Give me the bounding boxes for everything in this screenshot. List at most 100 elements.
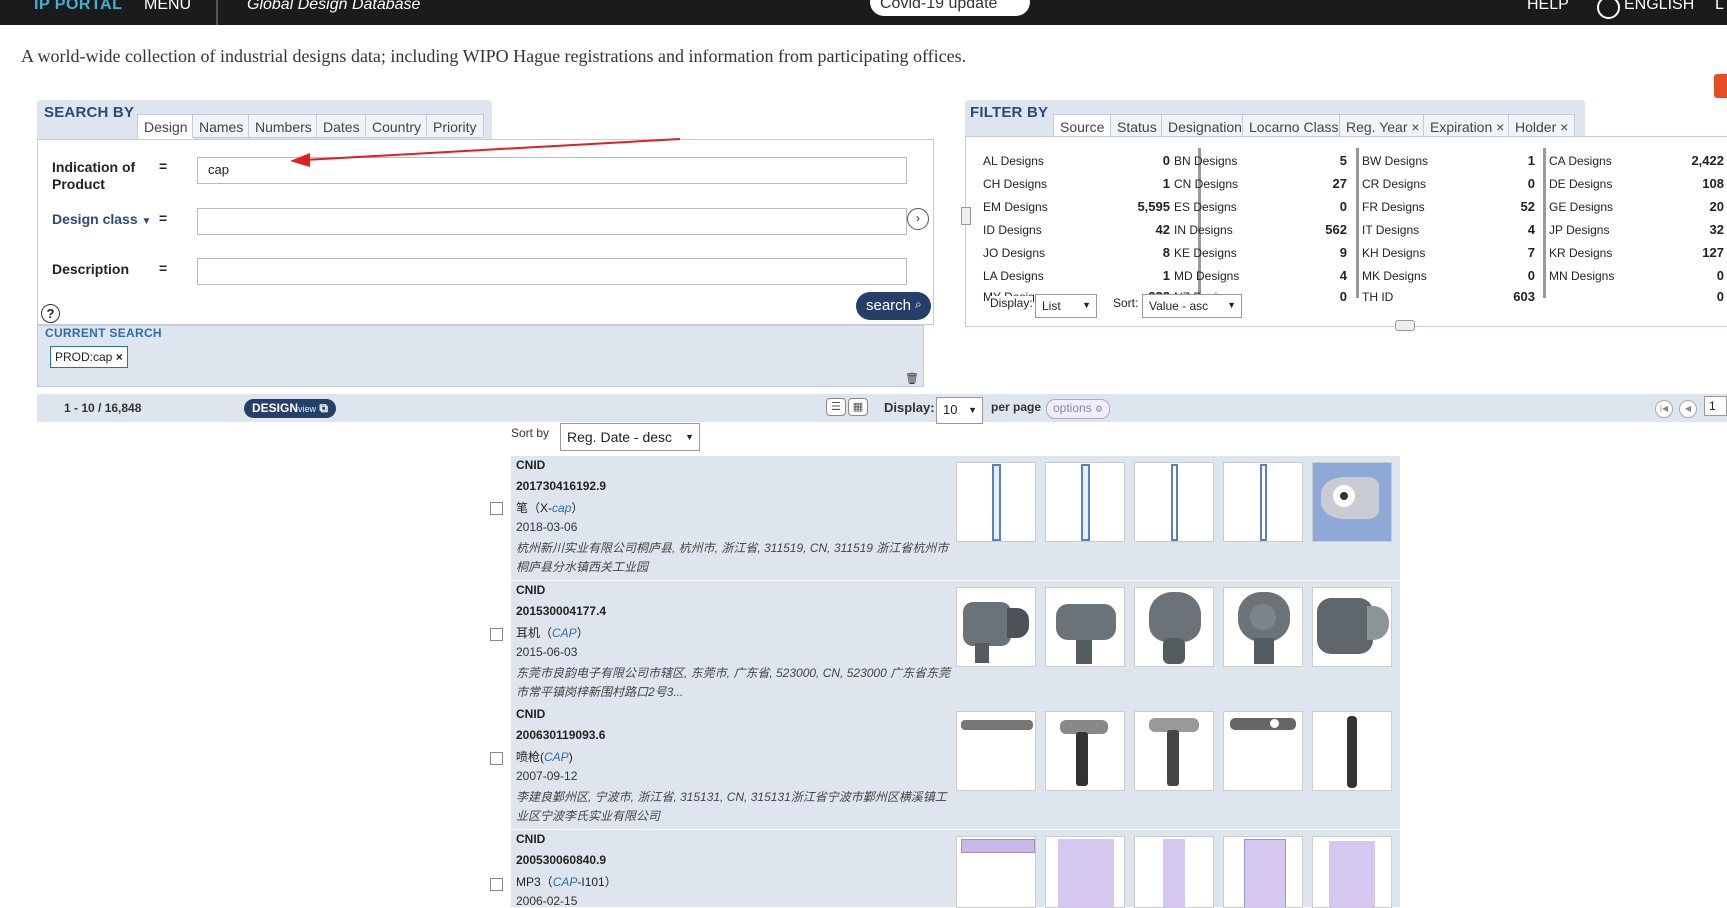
- design-thumbnail[interactable]: [956, 836, 1036, 908]
- design-class-input[interactable]: [197, 208, 907, 235]
- result-number[interactable]: 201530004177.4: [516, 604, 606, 618]
- design-thumbnail[interactable]: [956, 711, 1036, 791]
- trash-icon[interactable]: 🗑: [905, 372, 919, 385]
- tab-names[interactable]: Names: [192, 114, 251, 138]
- filter-source-count: 0: [1339, 289, 1347, 304]
- filter-source-item[interactable]: MN Designs: [1549, 269, 1614, 283]
- help-link[interactable]: HELP: [1527, 0, 1569, 14]
- resize-handle[interactable]: [1395, 320, 1415, 331]
- page-number-input[interactable]: 1: [1704, 396, 1727, 416]
- language-selector[interactable]: ENGLISH: [1624, 0, 1694, 14]
- filter-source-item[interactable]: IT Designs: [1362, 223, 1419, 237]
- filter-source-item[interactable]: JP Designs: [1549, 223, 1609, 237]
- filter-source-item[interactable]: FR Designs: [1362, 200, 1425, 214]
- filter-source-item[interactable]: JO Designs: [983, 246, 1045, 260]
- per-page-select[interactable]: 10 ▼: [936, 397, 983, 424]
- first-page-icon[interactable]: |◀: [1655, 400, 1673, 418]
- filter-source-item[interactable]: KE Designs: [1174, 246, 1237, 260]
- result-row[interactable]: CNID 201730416192.9 笔（X-cap） 2018-03-06 …: [511, 456, 1400, 580]
- result-row[interactable]: CNID 200630119093.6 喷枪(CAP) 2007-09-12 李…: [511, 705, 1400, 829]
- design-thumbnail[interactable]: [1134, 587, 1214, 667]
- design-thumbnail[interactable]: [1223, 462, 1303, 542]
- filter-source-item[interactable]: BW Designs: [1362, 154, 1428, 168]
- filter-source-item[interactable]: MD Designs: [1174, 269, 1239, 283]
- filter-source-item[interactable]: ES Designs: [1174, 200, 1237, 214]
- tab-reg-year[interactable]: Reg. Year ×: [1339, 114, 1427, 138]
- filter-source-count: 7: [1527, 245, 1535, 260]
- filter-source-item[interactable]: MK Designs: [1362, 269, 1427, 283]
- description-input[interactable]: [197, 258, 907, 285]
- filter-source-item[interactable]: CR Designs: [1362, 177, 1426, 191]
- filter-source-item[interactable]: LA Designs: [983, 269, 1044, 283]
- design-thumbnail[interactable]: [1045, 711, 1125, 791]
- result-number[interactable]: 200530060840.9: [516, 853, 606, 867]
- result-checkbox[interactable]: [490, 628, 503, 641]
- design-thumbnail[interactable]: [956, 462, 1036, 542]
- design-thumbnail[interactable]: [1312, 711, 1392, 791]
- design-thumbnail[interactable]: [1045, 587, 1125, 667]
- tab-holder[interactable]: Holder ×: [1508, 114, 1576, 138]
- filter-source-item[interactable]: KR Designs: [1549, 246, 1612, 260]
- grid-view-icon[interactable]: ▦: [848, 398, 868, 416]
- filter-source-item[interactable]: KH Designs: [1362, 246, 1425, 260]
- prev-page-icon[interactable]: ◀: [1679, 400, 1697, 418]
- tab-locarno-class[interactable]: Locarno Class: [1242, 114, 1346, 138]
- tab-expiration[interactable]: Expiration ×: [1423, 114, 1512, 138]
- login-link[interactable]: L: [1715, 0, 1724, 14]
- result-date: 2018-03-06: [516, 520, 578, 534]
- search-chip[interactable]: PROD:cap ×: [50, 346, 128, 368]
- result-row[interactable]: CNID 201530004177.4 耳机（CAP） 2015-06-03 东…: [511, 581, 1400, 705]
- design-thumbnail[interactable]: [1045, 462, 1125, 542]
- product-text: 笔（X-: [516, 501, 553, 515]
- ip-portal-logo[interactable]: IP PORTAL: [34, 0, 122, 14]
- chevron-right-icon[interactable]: ›: [907, 208, 929, 230]
- options-button[interactable]: options ⚙: [1046, 399, 1111, 419]
- filter-source-item[interactable]: CA Designs: [1549, 154, 1612, 168]
- tab-designation[interactable]: Designation: [1161, 114, 1249, 138]
- design-thumbnail[interactable]: [1134, 836, 1214, 908]
- design-view-button[interactable]: DESIGNview ⧉: [244, 399, 336, 418]
- design-thumbnail[interactable]: [1312, 587, 1392, 667]
- filter-source-item[interactable]: DE Designs: [1549, 177, 1612, 191]
- covid-update-banner[interactable]: Covid-19 update: [870, 0, 1030, 16]
- design-thumbnail[interactable]: [1223, 836, 1303, 908]
- filter-source-item[interactable]: BN Designs: [1174, 154, 1237, 168]
- sort-select[interactable]: Value - asc ▼: [1142, 294, 1242, 318]
- result-row[interactable]: CNID 200530060840.9 MP3（CAP-I101） 2006-0…: [511, 830, 1400, 908]
- design-thumbnail[interactable]: [1134, 462, 1214, 542]
- search-button[interactable]: search ⌕: [856, 292, 931, 320]
- result-number[interactable]: 200630119093.6: [516, 728, 605, 742]
- result-checkbox[interactable]: [490, 752, 503, 765]
- design-thumbnail[interactable]: [1223, 587, 1303, 667]
- filter-source-item[interactable]: AL Designs: [983, 154, 1044, 168]
- design-thumbnail[interactable]: [1134, 711, 1214, 791]
- tab-status[interactable]: Status: [1110, 114, 1164, 138]
- filter-source-item[interactable]: EM Designs: [983, 200, 1048, 214]
- design-thumbnail[interactable]: [1312, 836, 1392, 908]
- filter-source-count: 32: [1709, 222, 1724, 237]
- side-handle[interactable]: [961, 207, 971, 225]
- filter-source-item[interactable]: CN Designs: [1174, 177, 1238, 191]
- sort-by-select[interactable]: Reg. Date - desc ▼: [560, 423, 700, 451]
- result-checkbox[interactable]: [490, 502, 503, 515]
- search-chip-label: PROD:cap: [55, 350, 113, 364]
- list-view-icon[interactable]: ☰: [826, 398, 846, 416]
- result-checkbox[interactable]: [490, 878, 503, 891]
- filter-source-item[interactable]: CH Designs: [983, 177, 1047, 191]
- result-number[interactable]: 201730416192.9: [516, 479, 606, 493]
- design-thumbnail[interactable]: [1223, 711, 1303, 791]
- search-icon: ⌕: [915, 297, 922, 311]
- design-thumbnail[interactable]: [1312, 462, 1392, 542]
- tab-design[interactable]: Design: [137, 114, 195, 140]
- filter-source-item[interactable]: IN Designs: [1174, 223, 1233, 237]
- menu-button[interactable]: MENU: [144, 0, 191, 14]
- display-select[interactable]: List ▼: [1035, 294, 1097, 318]
- close-icon[interactable]: ×: [116, 350, 123, 364]
- help-icon[interactable]: ?: [41, 304, 60, 323]
- filter-source-item[interactable]: TH ID: [1362, 290, 1393, 304]
- filter-source-item[interactable]: ID Designs: [983, 223, 1042, 237]
- design-thumbnail[interactable]: [1045, 836, 1125, 908]
- design-class-label[interactable]: Design class ▼: [52, 211, 151, 230]
- design-thumbnail[interactable]: [956, 587, 1036, 667]
- filter-source-item[interactable]: GE Designs: [1549, 200, 1613, 214]
